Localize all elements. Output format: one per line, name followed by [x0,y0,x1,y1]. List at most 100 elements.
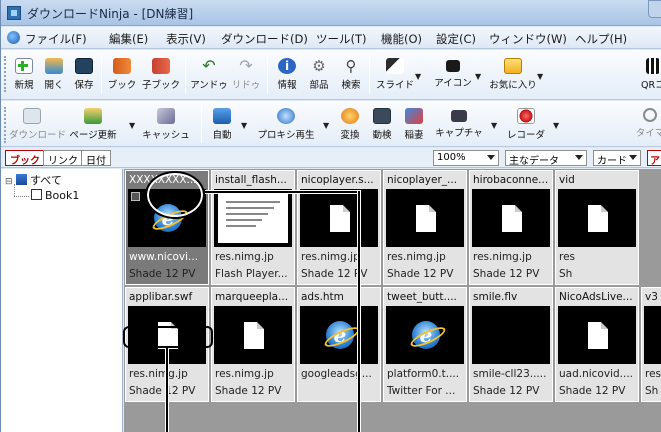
redo-button[interactable]: ↷ リドゥ [229,58,263,92]
new-button[interactable]: 新規 [11,58,37,91]
menu-settings[interactable]: 設定(C) [436,31,476,47]
file-description: Shade 12 PV [387,268,454,280]
book-icon [113,58,131,74]
parts-button[interactable]: ⚙ 部品 [305,58,333,91]
file-card[interactable]: ads.htm e googleadsg... [297,287,381,402]
menu-help[interactable]: ヘルプ(H) [575,31,627,47]
file-thumbnail[interactable] [472,189,550,247]
menu-file[interactable]: ファイル(F) [25,31,87,47]
timer-button[interactable]: タイマ [635,108,661,139]
record-icon [517,108,535,124]
file-thumbnail[interactable]: e [386,306,464,364]
open-button[interactable]: 開く [41,58,67,91]
page-update-dropdown[interactable]: ▼ [129,121,135,130]
data-mode-select[interactable]: 主なデータ [505,150,587,167]
recorder-dropdown[interactable]: ▼ [553,121,559,130]
auto-button[interactable]: 自動 [207,108,237,141]
slide-button[interactable]: スライド [375,58,415,91]
tree-item-book1[interactable]: Book1 [31,189,79,202]
file-card[interactable]: nicoplayer_... res.nimg.jp Shade 12 PV [383,170,467,285]
file-thumbnail[interactable] [558,306,636,364]
file-thumbnail[interactable] [558,189,636,247]
capture-dropdown[interactable]: ▼ [491,121,497,130]
document-icon[interactable] [7,31,20,44]
file-description: Shade 12 PV [473,268,540,280]
menu-window[interactable]: ウィンドウ(W) [489,31,567,47]
file-thumbnail[interactable] [472,306,550,364]
file-card[interactable]: v3 res Sh [641,287,661,402]
book-button[interactable]: ブック [105,58,139,91]
favorites-button[interactable]: お気に入り [489,58,537,91]
toolbar-grip[interactable] [4,56,7,92]
window-control-button[interactable] [648,0,661,18]
menu-tools[interactable]: ツール(T) [316,31,367,47]
file-description: Sh [645,385,659,397]
info-button[interactable]: i 情報 [273,58,301,91]
file-name: applibar.swf [129,291,193,303]
file-name: v3 [645,291,658,303]
tab-book[interactable]: ブック [5,150,45,167]
file-card[interactable]: tweet_butt.... e platform0.t.... Twitter Fo… [383,287,467,402]
file-host: res [559,251,576,263]
convert-icon [341,108,359,124]
folder-icon [16,174,28,185]
icon-view-icon [446,60,460,72]
tab-link[interactable]: リンク [43,150,83,167]
save-button[interactable]: 保存 [71,58,97,91]
file-thumbnail[interactable] [300,189,378,247]
file-card[interactable]: marqueepla... res.nimg.jp Shade 12 PV [211,287,295,402]
document-icon [416,205,436,232]
menu-edit[interactable]: 編集(E) [109,31,148,47]
file-thumbnail[interactable] [644,306,661,364]
toolbar-separator [185,56,186,94]
favorites-dropdown[interactable]: ▼ [537,72,543,81]
file-description: Twitter For ... [387,385,456,397]
auto-dropdown[interactable]: ▼ [241,121,247,130]
file-card[interactable]: nicoplayer.s... res.nimg.jp Shade 12 PV [297,170,381,285]
collapse-icon[interactable]: ⊟ [5,177,13,187]
toolbar-separator [201,105,202,143]
file-thumbnail[interactable]: e [300,306,378,364]
inazuma-button[interactable]: 稲妻 [399,108,429,141]
child-book-button[interactable]: 子ブック [141,58,181,91]
file-thumbnail[interactable] [214,306,292,364]
annotation-line [358,191,360,432]
icon-view-button[interactable]: アイコン [433,58,473,89]
qr-button[interactable]: QRコー [641,58,661,91]
undo-button[interactable]: ↶ アンドゥ [189,58,229,92]
proxy-play-button[interactable]: プロキシ再生 [253,108,319,141]
file-card[interactable]: hirobaconne... res.nimg.jp Shade 12 PV [469,170,553,285]
file-name: nicoplayer.s... [301,174,374,186]
capture-button[interactable]: キャプチャ [435,108,483,139]
page-update-button[interactable]: ページ更新 [65,108,121,141]
lightning-icon [405,108,423,124]
tab-date[interactable]: 日付 [81,150,111,167]
file-card[interactable]: smile.flv smile-cll23..... Shade 12 PV [469,287,553,402]
toolbar-grip[interactable] [4,107,7,143]
search-button[interactable]: ⚲ 検索 [337,58,365,91]
file-thumbnail[interactable] [386,189,464,247]
search-icon: ⚲ [345,57,357,75]
tab-extra[interactable]: ア [647,150,661,167]
menu-functions[interactable]: 機能(O) [381,31,422,47]
file-host: res [645,368,661,380]
annotation-line [166,348,168,432]
select-checkbox[interactable] [131,192,140,201]
proxy-play-dropdown[interactable]: ▼ [323,121,329,130]
recorder-button[interactable]: レコーダ [503,108,549,141]
video-search-button[interactable]: 動検 [367,108,397,141]
cache-button[interactable]: キャッシュ [141,108,191,141]
file-card[interactable]: install_flash... res.nimg.jp Flash Player.… [211,170,295,285]
convert-button[interactable]: 変換 [335,108,365,141]
zoom-select[interactable]: 100% [433,150,499,166]
file-thumbnail[interactable] [214,189,292,247]
download-button[interactable]: ダウンロード [9,108,66,141]
menu-download[interactable]: ダウンロード(D) [221,31,308,47]
file-card[interactable]: vid res Sh [555,170,639,285]
file-card[interactable]: NicoAdsLive... uad.nicovid.... Shade 12 PV [555,287,639,402]
slide-dropdown[interactable]: ▼ [415,72,421,81]
menu-view[interactable]: 表示(V) [166,31,206,47]
file-host: uad.nicovid.... [559,368,634,380]
icon-view-dropdown[interactable]: ▼ [475,72,481,81]
card-view-select[interactable]: カード [593,150,641,167]
